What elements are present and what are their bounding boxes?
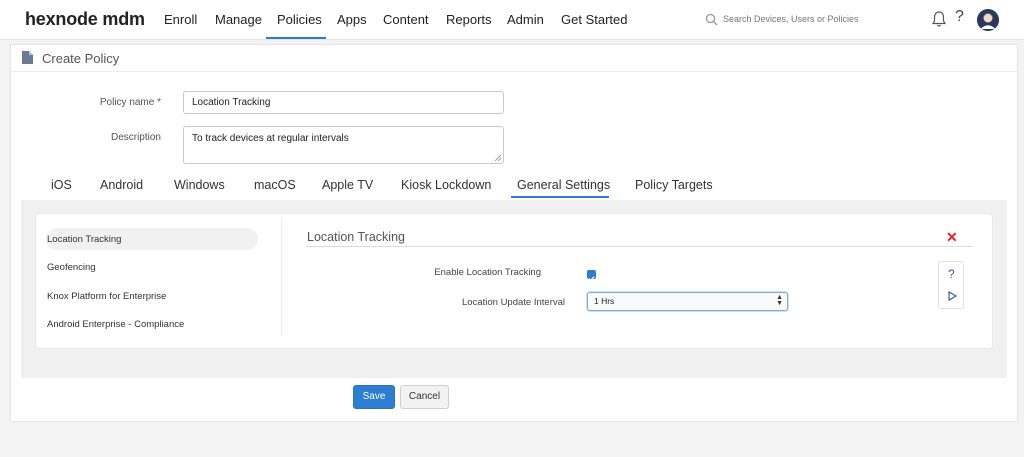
select-arrows-icon: ▲ ▼ [776,294,783,307]
play-video-icon[interactable] [947,291,957,301]
hexnode-logo[interactable]: hexnode mdm [25,9,145,30]
help-question-icon[interactable]: ? [948,267,955,281]
policy-name-label: Policy name * [99,97,161,108]
interval-value: 1 Hrs [594,296,615,306]
location-update-interval-select[interactable]: 1 Hrs ▲ ▼ [587,292,788,311]
search-input[interactable] [723,14,883,24]
avatar[interactable] [977,9,999,31]
help-panel: ? [938,261,964,309]
nav-policies[interactable]: Policies [277,0,322,40]
top-navbar: hexnode mdm Enroll Manage Policies Apps … [0,0,1024,40]
tab-active-indicator [511,196,609,198]
sidebar-item-geofencing[interactable]: Geofencing [47,262,96,273]
enable-location-tracking-checkbox[interactable] [587,270,596,282]
resize-grip-icon[interactable] [495,155,501,161]
page-title: Create Policy [42,51,120,66]
tab-android[interactable]: Android [100,178,143,192]
tab-policy-targets[interactable]: Policy Targets [635,178,713,192]
panel-header: Create Policy [11,45,1017,72]
description-label: Description [110,132,161,143]
nav-content[interactable]: Content [383,0,429,40]
bell-icon[interactable] [931,10,947,28]
remove-config-icon[interactable]: ✕ [946,229,958,246]
user-avatar-icon [977,9,999,31]
checkmark-icon [588,276,595,282]
nav-manage[interactable]: Manage [215,0,262,40]
description-textarea[interactable]: To track devices at regular intervals [183,126,504,164]
tab-macos[interactable]: macOS [254,178,296,192]
sidebar-divider [281,218,282,336]
sidebar-item-android-compliance[interactable]: Android Enterprise - Compliance [47,319,184,330]
nav-apps[interactable]: Apps [337,0,367,40]
sidebar-item-location-tracking[interactable]: Location Tracking [47,234,121,245]
document-icon [22,51,33,64]
nav-get-started[interactable]: Get Started [561,0,627,40]
search-icon [705,13,718,26]
enable-location-tracking-label: Enable Location Tracking [434,267,541,278]
sidebar-item-knox[interactable]: Knox Platform for Enterprise [47,291,166,302]
section-title: Location Tracking [307,230,405,244]
tab-general-settings[interactable]: General Settings [517,178,610,192]
help-icon[interactable]: ? [955,8,964,26]
tab-windows[interactable]: Windows [174,178,225,192]
section-divider [306,246,973,247]
nav-active-indicator [266,37,326,39]
nav-admin[interactable]: Admin [507,0,544,40]
location-update-interval-label: Location Update Interval [462,297,565,308]
create-policy-panel: Create Policy Policy name * Description … [10,44,1018,422]
nav-reports[interactable]: Reports [446,0,492,40]
cancel-button[interactable]: Cancel [400,385,449,409]
policy-name-input[interactable] [183,91,504,114]
tab-ios[interactable]: iOS [51,178,72,192]
save-button[interactable]: Save [353,385,395,409]
nav-enroll[interactable]: Enroll [164,0,197,40]
tab-kiosk-lockdown[interactable]: Kiosk Lockdown [401,178,491,192]
tab-apple-tv[interactable]: Apple TV [322,178,373,192]
